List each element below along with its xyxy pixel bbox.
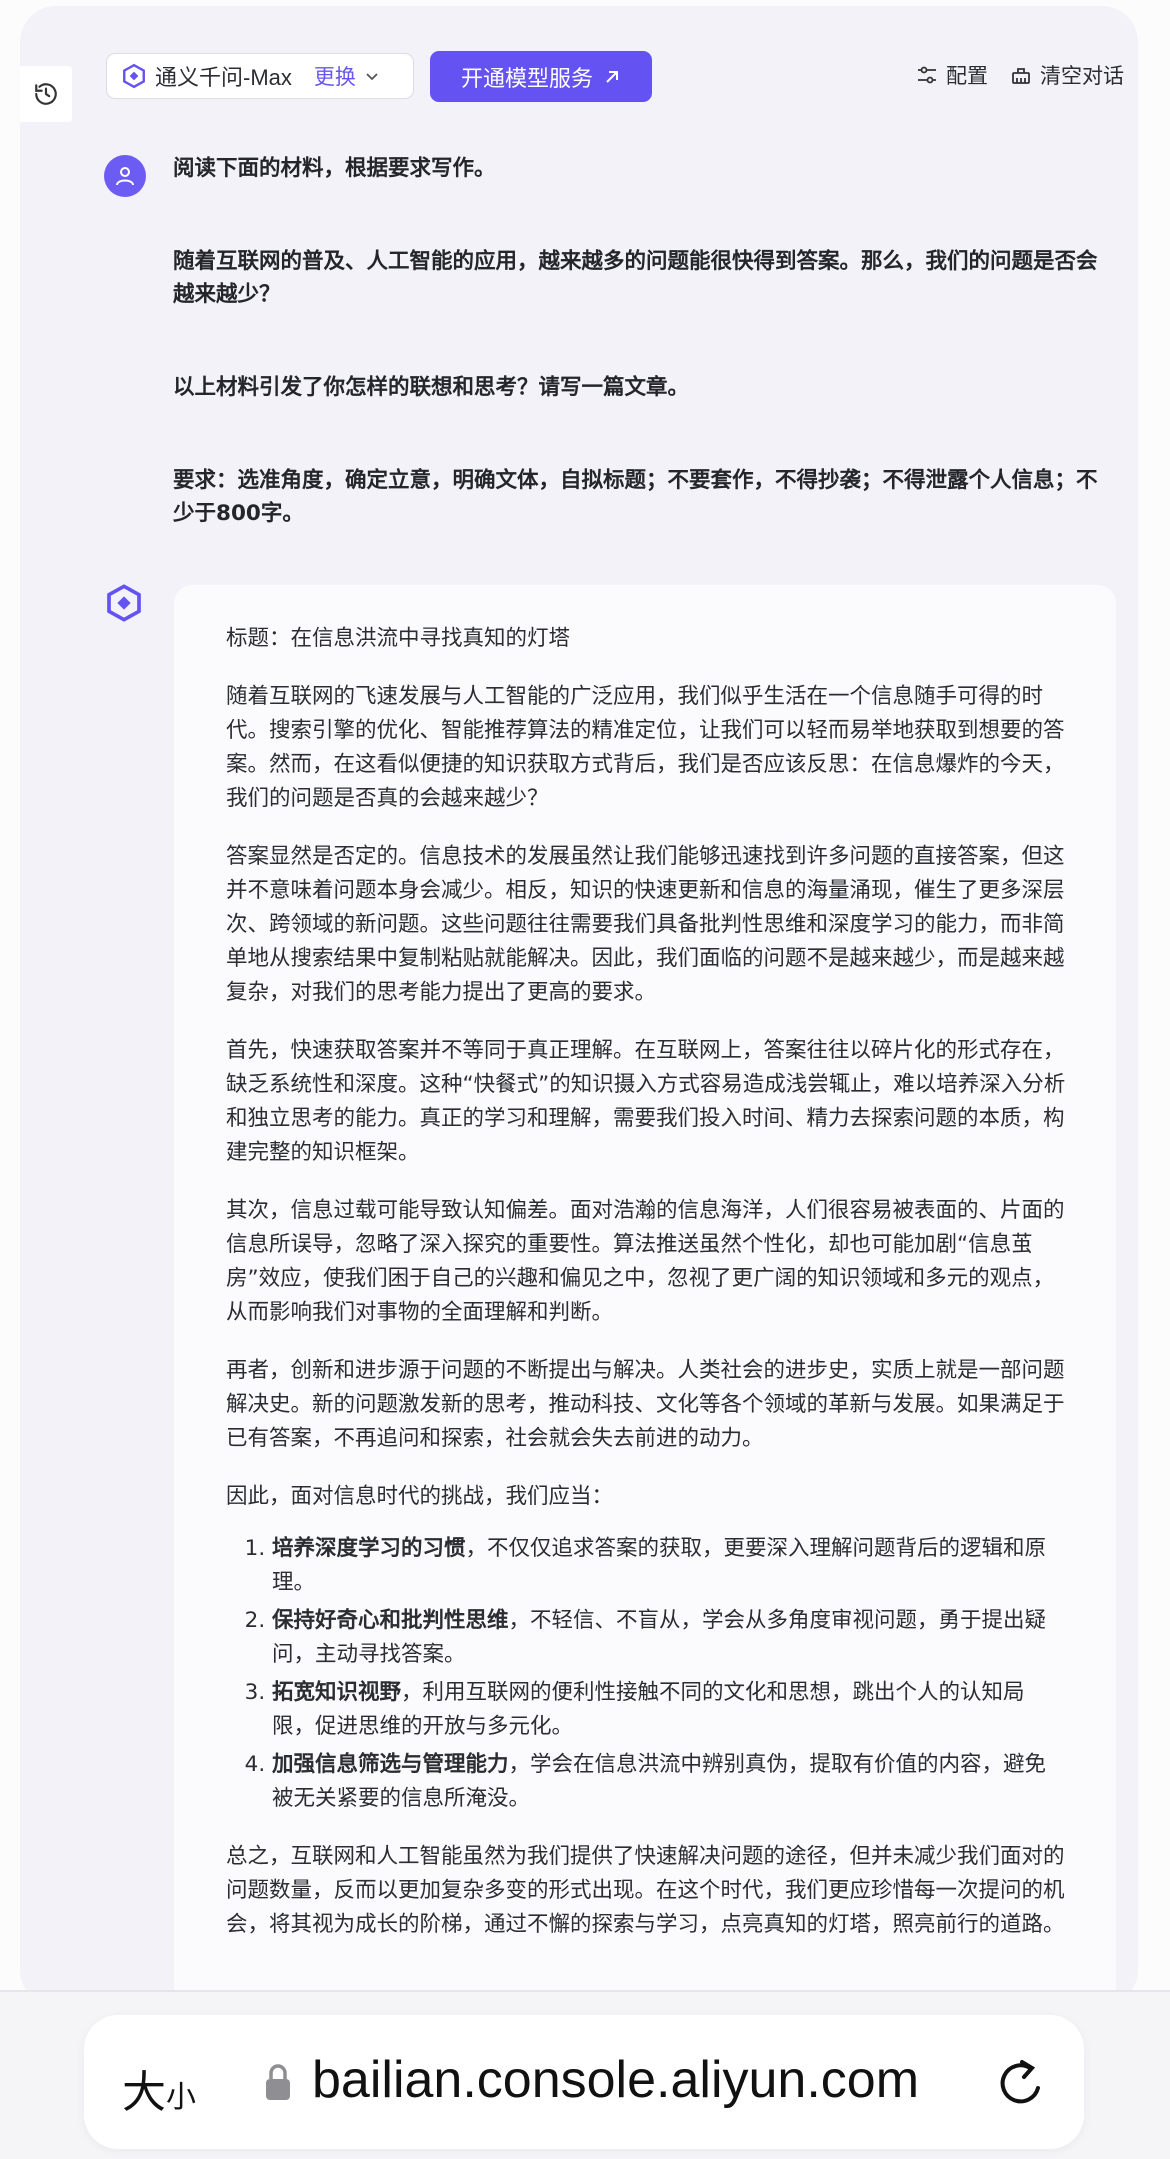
sliders-icon [918, 66, 936, 84]
user-message-paragraph: 随着互联网的普及、人工智能的应用，越来越多的问题能很快得到答案。那么，我们的问题… [173, 249, 1098, 307]
config-button[interactable]: 配置 [916, 60, 988, 90]
model-name: 通义千问-Max [155, 65, 292, 90]
user-icon [116, 167, 134, 186]
change-model-button[interactable]: 更换 [314, 61, 356, 91]
list-item: 保持好奇心和批判性思维，不轻信、不盲从，学会从多角度审视问题，勇于提出疑问，主动… [272, 1604, 1066, 1672]
user-avatar [104, 155, 146, 197]
essay-paragraph: 其次，信息过载可能导致认知偏差。面对浩瀚的信息海洋，人们很容易被表面的、片面的信… [226, 1198, 1065, 1325]
open-service-label: 开通模型服务 [460, 66, 593, 92]
essay-paragraph: 随着互联网的飞速发展与人工智能的广泛应用，我们似乎生活在一个信息随手可得的时代。… [226, 684, 1065, 811]
reload-icon[interactable] [992, 2054, 1048, 2114]
essay-paragraph: 首先，快速获取答案并不等同于真正理解。在互联网上，答案往往以碎片化的形式存在，缺… [226, 1038, 1066, 1165]
essay-paragraph: 因此，面对信息时代的挑战，我们应当： [226, 1484, 614, 1509]
essay-list: 培养深度学习的习惯，不仅仅追求答案的获取，更要深入理解问题背后的逻辑和原理。 保… [226, 1532, 1066, 1816]
clear-label: 清空对话 [1040, 64, 1124, 88]
list-item: 拓宽知识视野，利用互联网的便利性接触不同的文化和思想，跳出个人的认知局限，促进思… [272, 1676, 1066, 1744]
user-message-paragraph: 要求：选准角度，确定立意，明确文体，自拟标题；不要套作，不得抄袭；不得泄露个人信… [173, 468, 1098, 526]
user-message-paragraph: 阅读下面的材料，根据要求写作。 [173, 156, 496, 181]
text-size-button[interactable]: 大小 [122, 2056, 196, 2120]
list-item: 培养深度学习的习惯，不仅仅追求答案的获取，更要深入理解问题背后的逻辑和原理。 [272, 1532, 1066, 1600]
lock-icon [266, 2064, 290, 2100]
essay-title: 标题：在信息洪流中寻找真知的灯塔 [226, 626, 571, 651]
history-button[interactable] [20, 66, 72, 122]
arrow-up-right-icon [606, 70, 618, 83]
essay-paragraph: 答案显然是否定的。信息技术的发展虽然让我们能够迅速找到许多问题的直接答案，但这并… [226, 844, 1065, 1005]
history-icon [35, 83, 57, 105]
url-text[interactable]: bailian.console.aliyun.com [312, 2050, 919, 2110]
user-message-paragraph: 以上材料引发了你怎样的联想和思考？请写一篇文章。 [173, 375, 690, 400]
chevron-down-icon [366, 73, 378, 81]
assistant-message: 标题：在信息洪流中寻找真知的灯塔 随着互联网的飞速发展与人工智能的广泛应用，我们… [226, 622, 1066, 1966]
essay-paragraph: 总之，互联网和人工智能虽然为我们提供了快速解决问题的途径，但并未减少我们面对的问… [226, 1844, 1065, 1937]
user-message: 阅读下面的材料，根据要求写作。 随着互联网的普及、人工智能的应用，越来越多的问题… [173, 152, 1107, 530]
open-model-service-button[interactable]: 开通模型服务 [430, 51, 652, 102]
clear-conversation-button[interactable]: 清空对话 [1010, 60, 1124, 90]
config-label: 配置 [946, 64, 988, 88]
qwen-logo-icon [123, 63, 145, 89]
essay-paragraph: 再者，创新和进步源于问题的不断提出与解决。人类社会的进步史，实质上就是一部问题解… [226, 1358, 1065, 1451]
qwen-bot-icon [107, 584, 141, 622]
broom-icon [1012, 68, 1030, 84]
list-item: 加强信息筛选与管理能力，学会在信息洪流中辨别真伪，提取有价值的内容，避免被无关紧… [272, 1748, 1066, 1816]
model-selector[interactable]: 通义千问-Max 更换 [106, 53, 414, 99]
